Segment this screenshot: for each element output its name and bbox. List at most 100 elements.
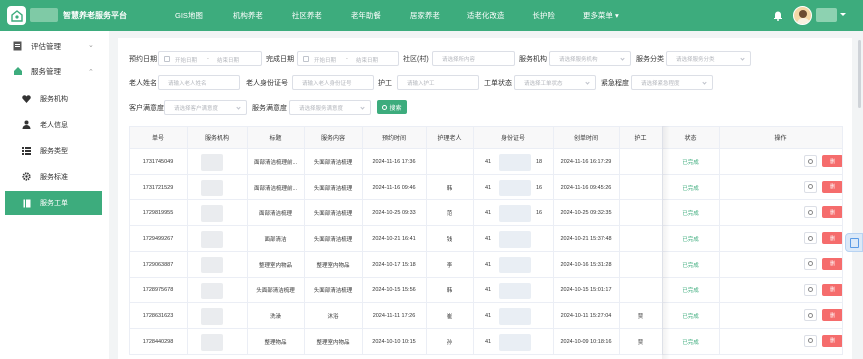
avatar[interactable]: [793, 6, 812, 25]
nav-aging-renovation[interactable]: 适老化改造: [467, 10, 505, 21]
fixed-column-shadow: [662, 126, 670, 359]
customer-satisfaction-select[interactable]: 请选择客户满意度: [164, 100, 247, 115]
cell-service-content: 头面部清洁梳理: [313, 159, 353, 166]
scrollbar[interactable]: [858, 40, 861, 108]
cell-created-time: 2024-11-16 09:45:26: [560, 184, 612, 191]
chevron-down-icon: [740, 56, 745, 61]
cell-id-prefix: 41: [484, 235, 492, 242]
delete-button[interactable]: 删: [822, 206, 843, 219]
redacted-id: [499, 179, 531, 197]
view-button[interactable]: [804, 206, 817, 219]
column-header-nurse[interactable]: 护工: [619, 126, 662, 149]
column-header-appointment-time[interactable]: 预约时间: [362, 126, 426, 149]
cell-status: 已完成: [682, 236, 699, 243]
service-org-select[interactable]: 请选择服务机构: [549, 51, 631, 66]
nav-institution[interactable]: 机构养老: [233, 10, 263, 21]
chevron-down-icon: [360, 105, 365, 110]
column-header-actions[interactable]: 操作: [719, 126, 842, 149]
view-button[interactable]: [804, 180, 817, 193]
community-select[interactable]: 请选择所内容: [432, 51, 515, 66]
label-service-category: 服务分类: [636, 56, 664, 63]
sidebar-item-service-standard[interactable]: 服务标准: [0, 166, 109, 187]
nurse-input[interactable]: 请输入护工: [397, 75, 479, 90]
column-divider: [304, 126, 305, 355]
cell-elder: 崔: [446, 314, 453, 321]
column-header-service-content[interactable]: 服务内容: [304, 126, 362, 149]
column-header-elder[interactable]: 护理老人: [426, 126, 473, 149]
sidebar-item-service-management[interactable]: 服务管理 ⌃: [0, 60, 109, 82]
list-icon: [21, 145, 32, 156]
app-title: 智慧养老服务平台: [63, 11, 127, 20]
delete-button[interactable]: 删: [822, 283, 843, 296]
cell-order-no: 1731745049: [142, 158, 174, 165]
delete-button[interactable]: 删: [822, 309, 843, 322]
redacted-id: [499, 256, 531, 274]
delete-button[interactable]: 删: [822, 180, 843, 193]
start-date-placeholder: 开始日期: [314, 58, 337, 64]
redacted-id: [499, 333, 531, 351]
cell-status: 已完成: [682, 211, 699, 218]
bell-icon[interactable]: [772, 9, 784, 21]
column-header-id-number[interactable]: 身份证号: [473, 126, 553, 149]
cell-created-time: 2024-10-15 15:01:17: [560, 287, 612, 294]
column-header-order-no[interactable]: 单号: [129, 126, 187, 149]
column-header-status[interactable]: 状态: [662, 126, 719, 149]
cell-id-prefix: 41: [484, 338, 492, 345]
select-placeholder: 请选择紧急程度: [641, 80, 680, 87]
cell-created-time: 2024-10-09 10:18:16: [560, 338, 612, 345]
cell-service-content: 整理室内物品: [316, 262, 350, 269]
cell-appointment-time: 2024-11-11 17:26: [372, 313, 416, 320]
service-satisfaction-select[interactable]: 请选择服务满意度: [289, 100, 371, 115]
delete-button[interactable]: 删: [822, 257, 843, 270]
sidebar-item-work-order[interactable]: 服务工单: [5, 191, 102, 215]
column-header-created-time[interactable]: 创单时间: [553, 126, 619, 149]
nav-home-care[interactable]: 居家养老: [410, 10, 440, 21]
view-button[interactable]: [804, 309, 817, 322]
column-header-service-org[interactable]: 服务机构: [187, 126, 247, 149]
view-button[interactable]: [804, 283, 817, 296]
nav-gis[interactable]: GIS地图: [175, 10, 203, 21]
column-header-title[interactable]: 标题: [247, 126, 304, 149]
redacted-id: [499, 154, 531, 171]
sidebar-item-label: 服务工单: [40, 200, 68, 207]
sidebar-item-elder-info[interactable]: 老人信息: [0, 114, 109, 135]
appointment-date-range[interactable]: 开始日期 - 结束日期: [158, 51, 262, 66]
nav-meal[interactable]: 老年助餐: [351, 10, 381, 21]
redacted-org: [201, 333, 223, 351]
search-icon: [808, 235, 813, 241]
redacted-org: [201, 282, 223, 300]
cell-nurse: [619, 226, 662, 252]
view-button[interactable]: [804, 232, 817, 245]
elder-id-input[interactable]: 请输入老人身份证号: [292, 75, 374, 90]
search-button[interactable]: 搜索: [377, 100, 407, 114]
chevron-down-icon: ⌄: [88, 42, 94, 49]
book-icon: [21, 198, 32, 209]
sidebar-item-assessment[interactable]: 评估管理 ⌄: [0, 35, 109, 57]
elder-name-input[interactable]: 请输入老人姓名: [158, 75, 240, 90]
service-category-select[interactable]: 请选择服务分类: [666, 51, 751, 66]
redacted-id: [499, 308, 531, 325]
view-button[interactable]: [804, 155, 817, 167]
nav-community[interactable]: 社区养老: [292, 10, 322, 21]
order-status-select[interactable]: 请选择工单状态: [514, 75, 596, 90]
column-divider: [619, 126, 620, 355]
cell-elder: 范: [446, 211, 453, 218]
sidebar-item-service-org[interactable]: 服务机构: [0, 88, 109, 109]
blurred-username[interactable]: [816, 8, 837, 22]
search-icon: [808, 158, 813, 164]
view-button[interactable]: [804, 334, 817, 347]
chevron-down-icon[interactable]: [840, 13, 846, 16]
sidebar-item-service-type[interactable]: 服务类型: [0, 140, 109, 161]
nav-ltc-insurance[interactable]: 长护险: [532, 10, 555, 21]
view-button[interactable]: [804, 257, 817, 270]
finish-date-range[interactable]: 开始日期 - 结束日期: [297, 51, 399, 66]
urgency-select[interactable]: 请选择紧急程度: [631, 75, 713, 90]
delete-button[interactable]: 删: [822, 334, 843, 347]
cell-id-suffix: [533, 252, 545, 278]
float-panel-button[interactable]: [845, 233, 863, 252]
label-service-satisfaction: 服务满意度: [252, 105, 287, 112]
cell-nurse: 贾: [637, 339, 644, 346]
nav-more-menu[interactable]: 更多菜单 ▾: [583, 10, 619, 21]
delete-button[interactable]: 删: [822, 155, 843, 167]
delete-button[interactable]: 删: [822, 232, 843, 245]
